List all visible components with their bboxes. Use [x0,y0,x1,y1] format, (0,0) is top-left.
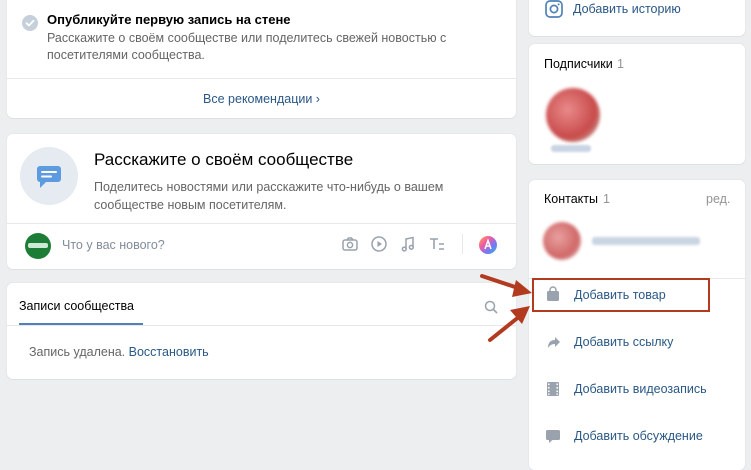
contacts-card: Контакты 1 ред. Добавить товар Добавить … [529,180,745,470]
message-icon [37,166,61,188]
avatar[interactable] [543,222,581,260]
link-arrow-icon [545,334,561,350]
highlight-box [532,278,710,312]
annotation-arrows [480,268,540,348]
camera-icon[interactable] [341,235,359,253]
composer-intro-title: Расскажите о своём сообществе [94,150,354,169]
deleted-text: Запись удалена. [29,345,126,359]
check-icon [22,15,38,31]
subscribers-title[interactable]: Подписчики [544,57,613,71]
subscribers-card: Подписчики 1 [529,44,745,164]
avatar[interactable] [546,88,600,142]
composer-card: Расскажите о своём сообществе Поделитесь… [7,134,516,269]
active-tab-indicator [19,323,143,325]
composer-intro-description: Поделитесь новостями или расскажите что-… [94,180,444,212]
video-icon[interactable] [370,235,388,253]
music-icon[interactable] [399,235,417,253]
chat-icon [545,428,561,444]
subscribers-count: 1 [617,57,624,71]
wall-card: Записи сообщества Запись удалена. Восста… [7,283,516,379]
subscriber-name[interactable] [551,145,591,152]
film-icon [545,381,561,397]
edit-contacts-link[interactable]: ред. [706,192,730,206]
recommendation-card: Опубликуйте первую запись на стене Расск… [7,0,516,118]
tab-community-posts[interactable]: Записи сообщества [19,299,134,313]
all-recommendations-link[interactable]: Все рекомендации › [7,92,516,106]
divider [7,78,516,79]
contact-name[interactable] [592,237,700,245]
divider [7,325,516,326]
add-discussion-link[interactable]: Добавить обсуждение [574,429,703,443]
message-icon-circle [20,147,78,205]
deleted-post-notice: Запись удалена. Восстановить [29,345,209,359]
text-format-icon[interactable] [428,235,446,253]
recommendation-title: Опубликуйте первую запись на стене [47,12,291,27]
add-video-link[interactable]: Добавить видеозапись [574,382,707,396]
contacts-title[interactable]: Контакты [544,192,598,206]
instagram-icon [544,0,564,19]
contacts-count: 1 [603,192,610,206]
color-wheel-icon[interactable] [478,235,498,255]
add-story-card[interactable]: Добавить историю [529,0,745,36]
restore-link[interactable]: Восстановить [129,345,209,359]
divider [462,234,463,254]
composer-input[interactable]: Что у вас нового? [62,238,165,252]
add-link-link[interactable]: Добавить ссылку [574,335,673,349]
recommendation-description: Расскажите о своём сообществе или подели… [47,31,447,62]
add-story-label: Добавить историю [573,2,681,16]
divider [7,223,516,224]
community-avatar[interactable] [25,233,51,259]
